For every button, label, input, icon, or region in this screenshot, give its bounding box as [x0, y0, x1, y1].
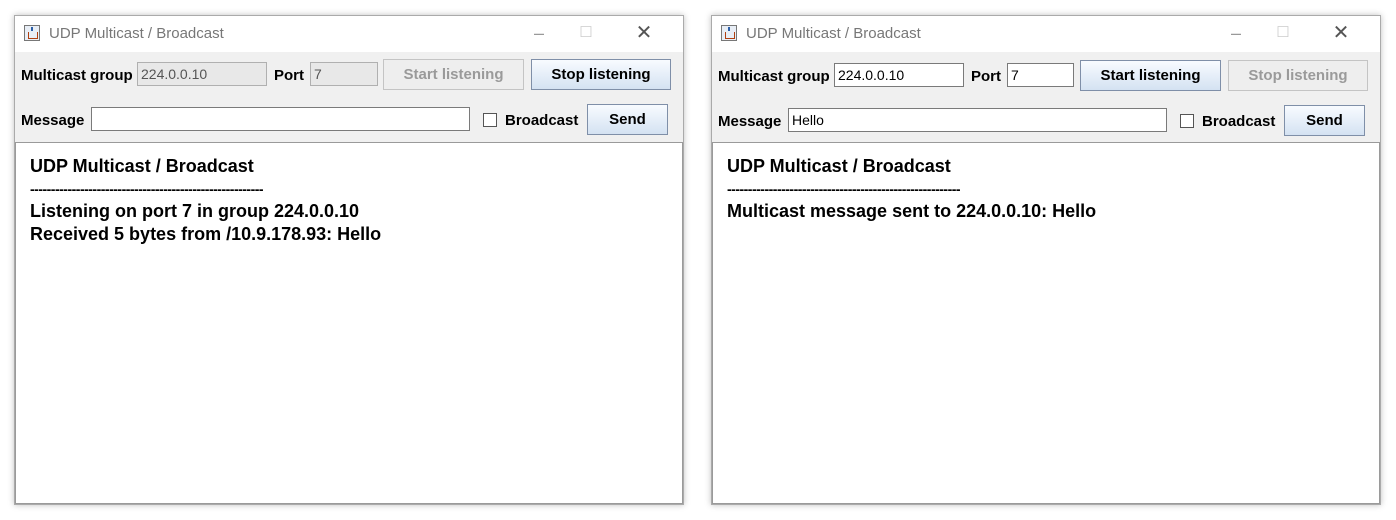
output-log[interactable]: UDP Multicast / Broadcast --------------… [712, 142, 1380, 504]
log-separator: ----------------------------------------… [727, 180, 961, 197]
output-log[interactable]: UDP Multicast / Broadcast --------------… [15, 142, 683, 504]
stop-listening-button[interactable]: Stop listening [531, 59, 671, 90]
java-cup-icon [721, 25, 737, 41]
message-input[interactable] [788, 108, 1167, 132]
multicast-group-label: Multicast group [21, 67, 133, 84]
broadcast-label: Broadcast [505, 112, 579, 129]
log-line: Listening on port 7 in group 224.0.0.10 [30, 201, 360, 221]
start-listening-button[interactable]: Start listening [383, 59, 524, 90]
message-input[interactable] [91, 107, 470, 131]
multicast-group-field[interactable] [834, 63, 964, 87]
java-cup-icon [24, 25, 40, 41]
minimize-icon[interactable]: – [1213, 16, 1259, 52]
send-button[interactable]: Send [587, 104, 668, 135]
multicast-group-label: Multicast group [718, 68, 830, 85]
send-button[interactable]: Send [1284, 105, 1365, 136]
message-label: Message [21, 112, 85, 129]
minimize-icon[interactable]: – [516, 16, 562, 52]
close-icon[interactable]: ✕ [621, 16, 667, 52]
broadcast-checkbox[interactable] [1180, 114, 1194, 128]
port-field[interactable] [1007, 63, 1074, 87]
log-heading: UDP Multicast / Broadcast [727, 156, 951, 176]
broadcast-label: Broadcast [1202, 113, 1276, 130]
log-line: Received 5 bytes from /10.9.178.93: Hell… [30, 223, 382, 244]
multicast-group-field[interactable] [137, 62, 267, 86]
maximize-icon[interactable]: ☐ [1260, 16, 1306, 52]
start-listening-button[interactable]: Start listening [1080, 60, 1221, 91]
window-title: UDP Multicast / Broadcast [746, 25, 921, 42]
window-title: UDP Multicast / Broadcast [49, 25, 224, 42]
message-label: Message [718, 113, 782, 130]
stop-listening-button[interactable]: Stop listening [1228, 60, 1368, 91]
close-icon[interactable]: ✕ [1318, 16, 1364, 52]
broadcast-checkbox[interactable] [483, 113, 497, 127]
title-bar[interactable]: UDP Multicast / Broadcast – ☐ ✕ [712, 16, 1380, 52]
log-separator: ----------------------------------------… [30, 180, 264, 197]
port-label: Port [971, 68, 1001, 85]
log-heading: UDP Multicast / Broadcast [30, 156, 254, 176]
maximize-icon[interactable]: ☐ [563, 16, 609, 52]
log-line: Multicast message sent to 224.0.0.10: He… [727, 201, 1097, 221]
udp-window-listener: UDP Multicast / Broadcast – ☐ ✕ Multicas… [14, 15, 684, 505]
port-label: Port [274, 67, 304, 84]
udp-window-sender: UDP Multicast / Broadcast – ☐ ✕ Multicas… [711, 15, 1381, 505]
port-field[interactable] [310, 62, 378, 86]
title-bar[interactable]: UDP Multicast / Broadcast – ☐ ✕ [15, 16, 683, 52]
